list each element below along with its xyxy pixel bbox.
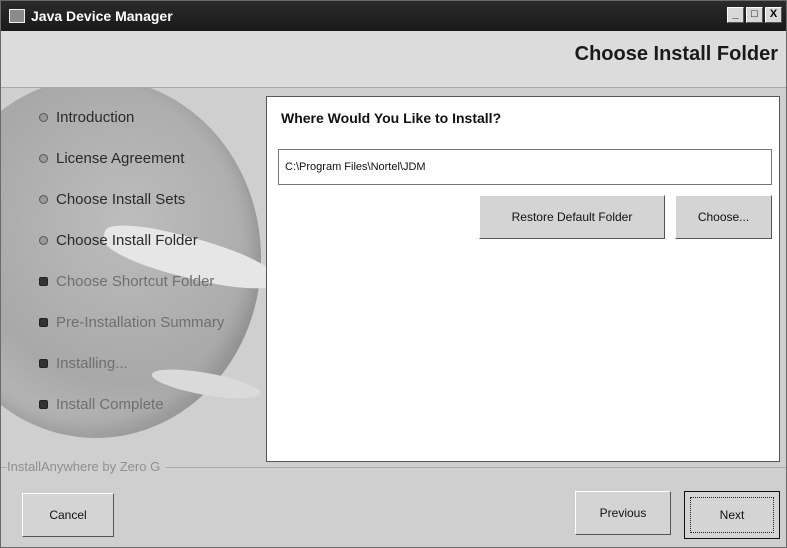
focus-ring [690, 497, 774, 533]
step-label: Install Complete [56, 396, 164, 413]
cancel-button[interactable]: Cancel [22, 493, 114, 537]
step-label: License Agreement [56, 150, 185, 167]
install-question: Where Would You Like to Install? [281, 110, 502, 126]
step-choose-install-sets: Choose Install Sets [39, 191, 185, 208]
window-title: Java Device Manager [31, 8, 173, 24]
close-button[interactable]: X [765, 7, 782, 23]
page-title: Choose Install Folder [574, 43, 778, 65]
steps-panel: Introduction License Agreement Choose In… [1, 88, 266, 463]
step-installing: Installing... [39, 355, 128, 372]
step-done-icon [39, 113, 48, 122]
installer-brand: InstallAnywhere by Zero G [7, 459, 167, 474]
step-done-icon [39, 154, 48, 163]
minimize-button[interactable]: _ [727, 7, 744, 23]
step-label: Pre-Installation Summary [56, 314, 225, 331]
step-pre-installation-summary: Pre-Installation Summary [39, 314, 224, 331]
step-choose-install-folder: Choose Install Folder [39, 232, 198, 249]
next-button[interactable]: Next [684, 491, 780, 539]
previous-button[interactable]: Previous [575, 491, 671, 535]
step-introduction: Introduction [39, 109, 134, 126]
step-pending-icon [39, 277, 48, 286]
step-pending-icon [39, 318, 48, 327]
step-choose-shortcut-folder: Choose Shortcut Folder [39, 273, 214, 290]
content-panel: Where Would You Like to Install? Restore… [266, 96, 780, 462]
installer-window: Java Device Manager _ □ X Choose Install… [0, 0, 787, 548]
title-bar: Java Device Manager _ □ X [1, 1, 786, 31]
step-license-agreement: License Agreement [39, 150, 184, 167]
step-label: Introduction [56, 109, 135, 126]
step-label: Choose Shortcut Folder [56, 273, 215, 290]
maximize-button[interactable]: □ [746, 7, 763, 23]
step-done-icon [39, 195, 48, 204]
window-controls: _ □ X [727, 7, 782, 23]
header-band: Choose Install Folder [1, 31, 786, 88]
step-pending-icon [39, 400, 48, 409]
choose-folder-button[interactable]: Choose... [675, 195, 772, 239]
app-icon [9, 9, 25, 23]
step-label: Choose Install Folder [56, 232, 198, 249]
step-current-icon [39, 236, 48, 245]
step-label: Choose Install Sets [56, 191, 186, 208]
step-pending-icon [39, 359, 48, 368]
install-path-input[interactable] [278, 149, 772, 185]
step-install-complete: Install Complete [39, 396, 164, 413]
step-label: Installing... [56, 355, 128, 372]
restore-default-folder-button[interactable]: Restore Default Folder [479, 195, 665, 239]
